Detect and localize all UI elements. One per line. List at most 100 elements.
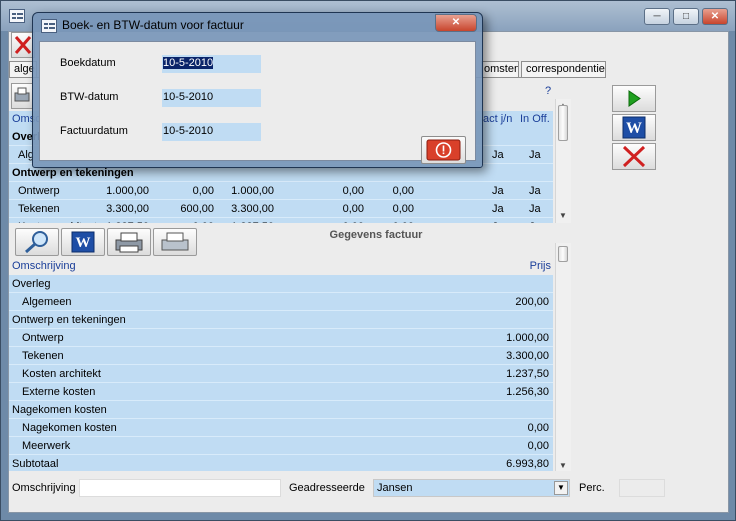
row-label: Ontwerp — [18, 185, 60, 197]
close-icon — [622, 145, 646, 168]
cell-value: 0,00 — [392, 185, 414, 197]
invoice-title: Gegevens factuur — [329, 229, 423, 241]
geadresseerde-select[interactable]: Jansen ▼ — [373, 479, 570, 497]
close-icon: ✕ — [710, 11, 720, 22]
maximize-icon: □ — [682, 11, 690, 22]
table-row[interactable]: Ontwerp 1.000,00 0,00 1.000,00 0,00 0,00 Ja Ja — [9, 182, 553, 200]
row-label: Kosten architect — [18, 221, 97, 223]
omschrijving-label: Omschrijving — [12, 482, 76, 494]
error-button[interactable] — [421, 136, 466, 164]
column-header-omschrijving: Omschrijving — [12, 260, 76, 272]
printer-icon — [14, 87, 30, 102]
boekdatum-label: Boekdatum — [60, 57, 116, 69]
hours-grid-scrollbar[interactable]: ▲ ▼ — [555, 99, 571, 223]
print-button[interactable] — [107, 228, 151, 256]
word-button[interactable]: W — [61, 228, 105, 256]
cell-value: 3.300,00 — [106, 203, 149, 215]
row-label: Ontwerp — [22, 332, 64, 344]
cell-value: 0,00 — [392, 203, 414, 215]
table-row[interactable]: Ontwerp 1.000,00 — [9, 329, 553, 347]
geadresseerde-value: Jansen — [377, 482, 413, 494]
minimize-button[interactable]: ─ — [644, 8, 670, 25]
word-icon: W — [71, 231, 95, 253]
omschrijving-field[interactable] — [79, 479, 281, 497]
cell-value: 1.000,00 — [106, 185, 149, 197]
invoice-grid-scrollbar[interactable]: ▼ — [555, 243, 571, 471]
price-cell: 1.256,30 — [506, 386, 549, 398]
row-label: Ontwerp en tekeningen — [12, 314, 126, 326]
row-label: Algemeen — [22, 296, 72, 308]
print-preview-button[interactable] — [153, 228, 197, 256]
table-row[interactable]: Nagekomen kosten — [9, 401, 553, 419]
geadresseerde-label: Geadresseerde — [289, 482, 365, 494]
price-cell: 3.300,00 — [506, 350, 549, 362]
cell-value: 1.237,50 — [214, 221, 274, 223]
tab-correspondentie[interactable]: correspondentie — [521, 61, 606, 77]
fact-cell: Ja — [492, 221, 504, 223]
fact-cell: Ja — [492, 185, 504, 197]
column-header-inoff: In Off. — [520, 113, 550, 125]
table-row[interactable]: Tekenen 3.300,00 — [9, 347, 553, 365]
play-button[interactable] — [612, 85, 656, 112]
close-icon — [14, 36, 32, 54]
word-export-button[interactable]: W — [612, 114, 656, 141]
date-dialog: Boek- en BTW-datum voor factuur ✕ Boekda… — [32, 12, 483, 168]
table-row[interactable]: Ontwerp en tekeningen — [9, 311, 553, 329]
invoice-grid-header: Omschrijving Prijs — [9, 257, 553, 275]
price-cell: 0,00 — [527, 440, 549, 452]
perc-label: Perc. — [579, 482, 605, 494]
btw-datum-field[interactable]: 10-5-2010 — [162, 89, 261, 107]
table-row[interactable]: Subtotaal 6.993,80 — [9, 455, 553, 471]
column-header-fact: act j/n — [483, 113, 513, 125]
app-icon — [9, 9, 25, 23]
invoice-grid-scrollbar-thumb[interactable] — [558, 246, 568, 262]
boekdatum-field[interactable]: 10-5-2010 — [162, 55, 261, 73]
inoff-cell: Ja — [529, 203, 541, 215]
row-label: Tekenen — [22, 350, 64, 362]
price-cell: 1.000,00 — [506, 332, 549, 344]
cell-value: 1.237,50 — [89, 221, 149, 223]
fact-cell: Ja — [492, 149, 504, 161]
maximize-button[interactable]: □ — [673, 8, 699, 25]
magnifier-icon — [25, 231, 48, 254]
row-label: Subtotaal — [12, 458, 59, 470]
column-header-prijs: Prijs — [529, 260, 551, 272]
row-label: Externe kosten — [22, 386, 96, 398]
search-button[interactable] — [15, 228, 59, 256]
cancel-button[interactable] — [612, 143, 656, 170]
dialog-close-button[interactable]: ✕ — [435, 14, 477, 32]
inoff-cell: Ja — [529, 149, 541, 161]
table-row[interactable]: Tekenen 3.300,00 600,00 3.300,00 0,00 0,00 Ja J… — [9, 200, 553, 218]
table-row[interactable]: Nagekomen kosten 0,00 — [9, 419, 553, 437]
play-icon — [628, 90, 641, 107]
row-label: Meerwerk — [22, 440, 71, 452]
cell-value: 0,00 — [192, 185, 214, 197]
factuurdatum-field[interactable]: 10-5-2010 — [162, 123, 261, 141]
close-icon: ✕ — [451, 17, 461, 28]
table-row[interactable]: Kosten architect1.237,500,001.237,500,00… — [9, 218, 553, 223]
printer-icon — [115, 232, 143, 253]
hours-grid-scrollbar-thumb[interactable] — [558, 105, 568, 141]
close-button[interactable]: ✕ — [702, 8, 728, 25]
print-button-top[interactable] — [11, 83, 33, 109]
tab-omsten[interactable]: omsten — [481, 61, 519, 77]
inoff-cell: Ja — [529, 221, 541, 223]
table-row[interactable]: Meerwerk 0,00 — [9, 437, 553, 455]
invoice-grid[interactable]: Omschrijving Prijs Overleg Algemeen 200,00… — [9, 257, 553, 471]
chevron-down-icon[interactable]: ▼ — [554, 481, 568, 495]
cell-value: 3.300,00 — [231, 203, 274, 215]
word-icon: W — [622, 116, 646, 139]
table-row[interactable]: Kosten architekt 1.237,50 — [9, 365, 553, 383]
printer-icon — [161, 232, 189, 251]
table-row[interactable]: Overleg — [9, 275, 553, 293]
inoff-cell: Ja — [529, 185, 541, 197]
table-row[interactable]: Externe kosten 1.256,30 — [9, 383, 553, 401]
cell-value: 600,00 — [180, 203, 214, 215]
perc-field[interactable] — [619, 479, 665, 497]
price-cell: 0,00 — [527, 422, 549, 434]
cell-value: 0,00 — [154, 221, 214, 223]
error-icon — [426, 139, 461, 161]
table-row[interactable]: Algemeen 200,00 — [9, 293, 553, 311]
minimize-icon: ─ — [653, 11, 661, 22]
price-cell: 1.237,50 — [506, 368, 549, 380]
